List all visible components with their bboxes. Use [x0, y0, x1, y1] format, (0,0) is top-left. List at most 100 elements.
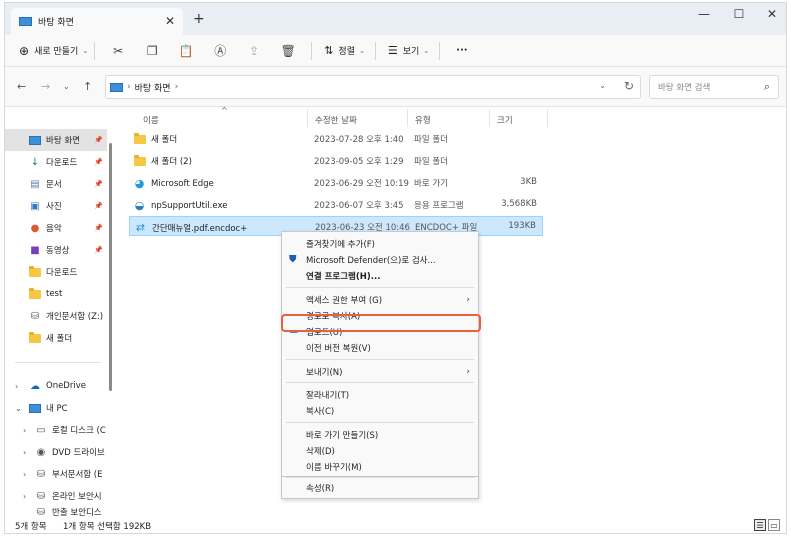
menu-divider [286, 477, 474, 478]
up-arrow-icon[interactable]: ↑ [83, 80, 92, 93]
paste-button[interactable]: 📋 [169, 44, 203, 58]
command-bar: ⊕ 새로 만들기 ⌄ ✂ ❐ 📋 Ⓐ ⇪ 🗑 ⇅ 정렬 ⌄ ☰ 보기 ⌄ ··· [5, 35, 786, 67]
share-button[interactable]: ⇪ [237, 44, 271, 58]
tab-desktop[interactable]: 바탕 화면 ✕ [11, 8, 183, 35]
nav-scrollbar[interactable] [109, 143, 112, 391]
desktop-icon [110, 82, 123, 92]
close-window-button[interactable]: ✕ [760, 7, 784, 21]
item-count: 5개 항목 [15, 522, 47, 532]
refresh-icon[interactable]: ↻ [624, 79, 634, 93]
chevron-right-icon[interactable]: › [175, 82, 179, 92]
nav-item-videos[interactable]: ■ 동영상 📌 [5, 239, 107, 261]
nav-item-test[interactable]: test [5, 283, 107, 305]
column-header-type[interactable]: 유형 [415, 114, 431, 126]
address-dropdown-icon[interactable]: ⌄ [599, 81, 606, 90]
menu-item-copy[interactable]: 복사(C) [282, 403, 478, 419]
nav-item-this-pc[interactable]: ⌄ 내 PC [5, 397, 107, 419]
network-drive-icon: ⛁ [36, 490, 46, 502]
file-row[interactable]: ◒ npSupportUtil.exe 2023-06-07 오후 3:45 응용… [129, 195, 543, 215]
sort-button[interactable]: ⇅ 정렬 ⌄ [324, 44, 365, 57]
nav-item-downloads[interactable]: ↓ 다운로드 📌 [5, 151, 107, 173]
menu-item-open-with[interactable]: 연결 프로그램(H)... [282, 268, 478, 284]
tiles-view-icon[interactable]: ▭ [768, 519, 780, 531]
nav-item-documents[interactable]: ▤ 문서 📌 [5, 173, 107, 195]
menu-item-send-to[interactable]: 보내기(N) › [282, 364, 478, 380]
nav-item-local-disk[interactable]: › ▭ 로컬 디스크 (C [5, 419, 107, 441]
rename-button[interactable]: Ⓐ [203, 42, 237, 59]
menu-item-create-shortcut[interactable]: 바로 가기 만들기(S) [282, 427, 478, 443]
column-header-modified[interactable]: 수정한 날짜 [315, 114, 357, 126]
close-tab-icon[interactable]: ✕ [165, 14, 175, 28]
more-options-button[interactable]: ··· [456, 45, 467, 56]
search-icon: ⌕ [763, 80, 770, 93]
nav-item-new-folder[interactable]: 새 폴더 [5, 327, 107, 349]
breadcrumb-desktop[interactable]: 바탕 화면 [135, 81, 171, 94]
view-button[interactable]: ☰ 보기 ⌄ [388, 44, 429, 57]
details-view-icon[interactable]: ☰ [754, 519, 766, 531]
menu-item-rename[interactable]: 이름 바꾸기(M) [282, 459, 478, 475]
nav-item-export-disk[interactable]: ⛁ 반출 보안디스 [5, 507, 107, 517]
chevron-right-icon[interactable]: › [23, 492, 26, 501]
folder-icon [29, 265, 41, 278]
menu-item-cut[interactable]: 잘라내기(T) [282, 387, 478, 403]
edge-icon: ◕ [134, 177, 145, 190]
chevron-right-icon[interactable]: › [23, 426, 26, 435]
recent-chevron-icon[interactable]: ⌄ [63, 82, 70, 91]
column-divider[interactable] [407, 109, 408, 127]
forward-arrow-icon[interactable]: → [41, 80, 50, 93]
nav-item-pictures[interactable]: ▣ 사진 📌 [5, 195, 107, 217]
chevron-right-icon[interactable]: › [23, 448, 26, 457]
rename-icon: Ⓐ [214, 44, 227, 58]
nav-item-downloads-folder[interactable]: 다운로드 [5, 261, 107, 283]
copy-button[interactable]: ❐ [135, 44, 169, 58]
column-divider[interactable] [489, 109, 490, 127]
nav-item-onedrive[interactable]: › ☁ OneDrive [5, 375, 107, 397]
menu-item-delete[interactable]: 삭제(D) [282, 443, 478, 459]
menu-item-grant-access[interactable]: 액세스 권한 부여 (G) › [282, 292, 478, 308]
nav-item-music[interactable]: ● 음악 📌 [5, 217, 107, 239]
pin-icon: 📌 [94, 180, 103, 188]
folder-icon [133, 154, 146, 166]
file-explorer-window: 바탕 화면 ✕ + — ☐ ✕ ⊕ 새로 만들기 ⌄ ✂ ❐ 📋 Ⓐ ⇪ 🗑 ⇅… [4, 2, 787, 534]
chevron-right-icon: › [127, 82, 131, 92]
menu-item-defender-scan[interactable]: ⛊ Microsoft Defender(으)로 검사... [282, 252, 478, 268]
column-header-name[interactable]: 이름 [143, 114, 159, 126]
dvd-icon: ◉ [36, 446, 46, 458]
address-bar[interactable]: › 바탕 화면 › ⌄ ↻ [105, 75, 641, 99]
cut-button[interactable]: ✂ [101, 44, 135, 58]
chevron-right-icon[interactable]: › [23, 470, 26, 479]
navigation-pane: 바탕 화면 📌 ↓ 다운로드 📌 ▤ 문서 📌 ▣ 사진 📌 ● 음악 📌 ■ … [5, 107, 109, 517]
picture-icon: ▣ [30, 200, 40, 212]
menu-item-add-favorites[interactable]: 즐겨찾기에 추가(F) [282, 236, 478, 252]
chevron-right-icon[interactable]: › [15, 382, 18, 391]
new-button[interactable]: ⊕ 새로 만들기 ⌄ [19, 44, 88, 58]
menu-item-properties[interactable]: 속성(R) [282, 480, 478, 496]
maximize-button[interactable]: ☐ [727, 7, 751, 21]
pin-icon: 📌 [94, 224, 103, 232]
file-row[interactable]: 새 폴더 (2) 2023-09-05 오후 1:29 파일 폴더 [129, 151, 543, 171]
nav-item-online-security[interactable]: › ⛁ 온라인 보안시 [5, 485, 107, 507]
selection-info: 1개 항목 선택함 192KB [63, 522, 152, 532]
file-row[interactable]: ◕ Microsoft Edge 2023-06-29 오전 10:19 바로 가… [129, 173, 543, 193]
column-divider[interactable] [307, 109, 308, 127]
menu-divider [286, 359, 474, 360]
chevron-down-icon[interactable]: ⌄ [15, 404, 22, 413]
chevron-down-icon: ⌄ [82, 46, 89, 55]
plus-circle-icon: ⊕ [19, 43, 30, 58]
menu-item-restore-versions[interactable]: 이전 버전 복원(V) [282, 340, 478, 356]
pin-icon: 📌 [94, 202, 103, 210]
search-box[interactable]: 바탕 화면 검색 ⌕ [649, 75, 779, 99]
divider [311, 41, 313, 60]
back-arrow-icon[interactable]: ← [17, 80, 26, 93]
music-icon: ● [30, 222, 40, 234]
nav-item-department-drive[interactable]: › ⛁ 부서문서함 (E [5, 463, 107, 485]
nav-item-dvd-drive[interactable]: › ◉ DVD 드라이브 [5, 441, 107, 463]
delete-button[interactable]: 🗑 [271, 44, 305, 58]
nav-item-desktop[interactable]: 바탕 화면 📌 [5, 129, 107, 151]
column-divider[interactable] [547, 109, 548, 127]
minimize-button[interactable]: — [692, 7, 716, 21]
nav-item-personal-drive[interactable]: ⛁ 개인문서함 (Z:) [5, 305, 107, 327]
column-header-size[interactable]: 크기 [497, 114, 513, 126]
file-row[interactable]: 새 폴더 2023-07-28 오후 1:40 파일 폴더 [129, 129, 543, 149]
new-tab-button[interactable]: + [193, 11, 205, 27]
